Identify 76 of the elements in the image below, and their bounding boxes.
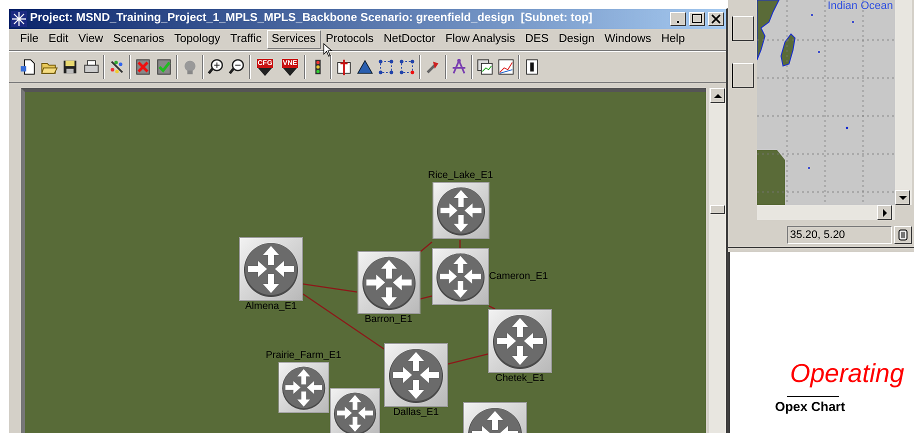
- print-icon[interactable]: [82, 58, 100, 76]
- menu-item[interactable]: Topology: [169, 30, 226, 49]
- page-heading: Operating: [790, 358, 904, 388]
- link-line: [448, 353, 488, 365]
- router-icon[interactable]: [432, 248, 489, 305]
- menu-item[interactable]: Services: [266, 30, 321, 49]
- nodes-icon[interactable]: [377, 58, 395, 76]
- dialog-button[interactable]: [732, 16, 754, 41]
- arrow-right-icon: [882, 208, 886, 216]
- colors-icon[interactable]: [108, 58, 126, 76]
- menu-item[interactable]: Protocols: [320, 30, 379, 49]
- close-icon: [711, 14, 721, 24]
- node-label: Rice_Lake_E1: [428, 170, 494, 182]
- menu-item[interactable]: Flow Analysis: [440, 30, 520, 49]
- close-button[interactable]: [708, 12, 724, 26]
- node-label: Almena_E1: [245, 301, 297, 313]
- scroll-up-button[interactable]: [710, 88, 725, 103]
- graphs-icon[interactable]: [476, 58, 494, 76]
- menu-item[interactable]: Scenarios: [108, 30, 170, 49]
- maximize-icon: [692, 14, 702, 24]
- scroll-button[interactable]: [894, 226, 912, 244]
- caret-icon: [258, 68, 272, 76]
- chart-caption: Opex Chart: [775, 399, 846, 415]
- link-line: [488, 305, 496, 310]
- tower-icon[interactable]: [335, 58, 353, 76]
- menu-item[interactable]: DES: [520, 30, 554, 49]
- compass-icon[interactable]: [450, 58, 468, 76]
- menu-item[interactable]: Help: [656, 30, 690, 49]
- menu-item[interactable]: Windows: [600, 30, 656, 49]
- router-icon[interactable]: [432, 182, 489, 239]
- menu-item[interactable]: Design: [554, 30, 600, 49]
- window-title: Project: MSND_Training_Project_1_MPLS_MPLS_Backbone Scenario: greenfield_design [Subnet: top]: [30, 11, 594, 26]
- caret-icon: [283, 68, 297, 76]
- horizontal-scrollbar[interactable]: [757, 205, 895, 220]
- triangle-icon[interactable]: [356, 58, 374, 76]
- zoom-out-icon[interactable]: [228, 58, 246, 76]
- maximize-button[interactable]: [689, 12, 705, 26]
- router-icon[interactable]: [278, 362, 329, 413]
- router-icon[interactable]: [239, 237, 303, 301]
- router-icon[interactable]: [384, 343, 448, 407]
- menu-item[interactable]: Edit: [44, 30, 74, 49]
- star-burst-icon: [11, 11, 27, 27]
- scroll-right-button[interactable]: [877, 205, 892, 220]
- new-icon[interactable]: [19, 58, 37, 76]
- menu-item[interactable]: File: [15, 30, 44, 49]
- save-icon[interactable]: [61, 58, 79, 76]
- zoom-in-icon[interactable]: [207, 58, 225, 76]
- vertical-scrollbar[interactable]: [709, 88, 726, 433]
- dialog-button[interactable]: [732, 63, 754, 88]
- menu-item[interactable]: NetDoctor: [378, 30, 440, 49]
- scroll-down-button[interactable]: [895, 190, 910, 205]
- router-icon[interactable]: [488, 309, 552, 373]
- node-label: Cameron_E1: [489, 270, 548, 282]
- router-icon[interactable]: [357, 251, 420, 314]
- minimize-button[interactable]: [670, 12, 686, 26]
- map-label: Indian Ocean: [828, 0, 893, 12]
- panel-icon[interactable]: [523, 58, 541, 76]
- node-label: Chetek_E1: [495, 373, 545, 385]
- coordinates-field: 35.20, 5.20: [787, 226, 892, 244]
- arrow-up-icon: [714, 94, 722, 98]
- chart-icon[interactable]: [497, 58, 515, 76]
- recover-icon[interactable]: [155, 58, 173, 76]
- node-label: Barron_E1: [364, 314, 412, 326]
- router-icon[interactable]: [330, 388, 380, 433]
- nodes-x-icon[interactable]: [398, 58, 416, 76]
- node-label: Prairie_Farm_E1: [266, 350, 342, 362]
- vertical-scrollbar[interactable]: [895, 0, 912, 205]
- scroll-thumb[interactable]: [710, 205, 725, 214]
- fail-icon[interactable]: [134, 58, 152, 76]
- node-label: Dallas_E1: [393, 407, 439, 419]
- menu-item[interactable]: Traffic: [225, 30, 267, 49]
- link-line: [420, 295, 432, 300]
- arrow-down-icon: [898, 196, 906, 200]
- menu-item[interactable]: View: [73, 30, 108, 49]
- link-line: [420, 242, 432, 252]
- scroll-paper-icon: [897, 228, 909, 240]
